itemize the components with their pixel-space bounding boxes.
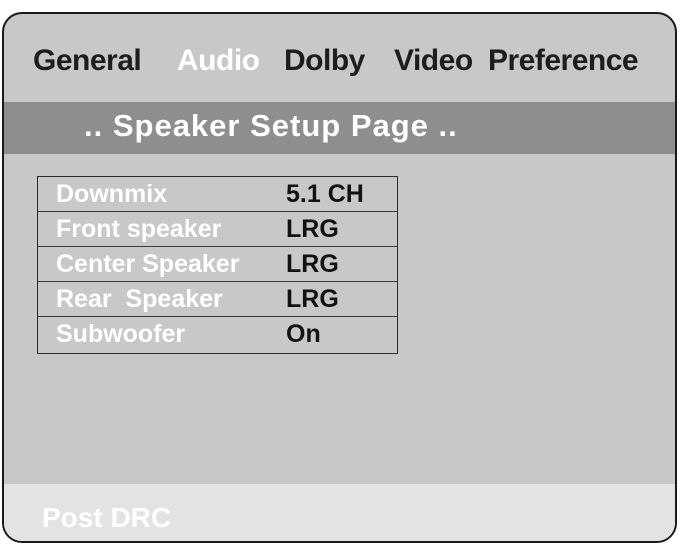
setting-value[interactable]: 5.1 CH: [286, 180, 364, 209]
setting-value[interactable]: LRG: [286, 215, 339, 244]
settings-list: Downmix 5.1 CH Front speaker LRG Center …: [37, 176, 398, 354]
setting-value[interactable]: LRG: [286, 250, 339, 279]
menu-tabs: General Audio Dolby Video Preference: [4, 44, 675, 94]
setting-row-rear-speaker[interactable]: Rear Speaker LRG: [38, 282, 397, 317]
setting-label: Rear Speaker: [56, 285, 223, 313]
footer-bar: Post DRC: [4, 484, 675, 541]
setting-label: Front speaker: [56, 215, 222, 243]
setting-value[interactable]: LRG: [286, 285, 339, 314]
setting-row-subwoofer[interactable]: Subwoofer On: [38, 317, 397, 352]
setting-row-downmix[interactable]: Downmix 5.1 CH: [38, 177, 397, 212]
setting-row-front-speaker[interactable]: Front speaker LRG: [38, 212, 397, 247]
tab-dolby[interactable]: Dolby: [284, 44, 365, 78]
page-title-bar: .. Speaker Setup Page ..: [4, 102, 675, 154]
tab-preference[interactable]: Preference: [488, 44, 639, 78]
setting-label: Subwoofer: [56, 320, 186, 348]
setting-label: Center Speaker: [56, 250, 240, 278]
tab-video[interactable]: Video: [394, 44, 473, 78]
tab-audio[interactable]: Audio: [177, 44, 260, 78]
speaker-setup-menu: General Audio Dolby Video Preference .. …: [2, 12, 677, 543]
setting-value[interactable]: On: [286, 320, 321, 349]
post-drc-item[interactable]: Post DRC: [42, 502, 171, 534]
setting-row-center-speaker[interactable]: Center Speaker LRG: [38, 247, 397, 282]
setting-label: Downmix: [56, 180, 168, 208]
tab-general[interactable]: General: [33, 44, 142, 78]
page-title: .. Speaker Setup Page ..: [84, 108, 458, 143]
